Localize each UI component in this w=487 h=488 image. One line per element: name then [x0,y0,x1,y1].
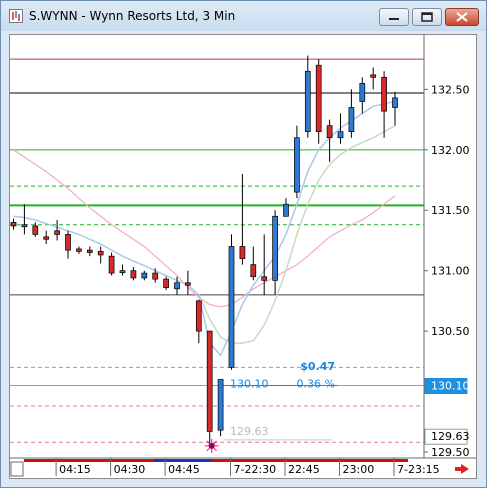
candle-up[interactable] [21,224,28,228]
minimize-button[interactable] [379,8,409,26]
candle-down[interactable] [370,74,377,78]
candle-down[interactable] [315,64,322,133]
low-price-label: 129.63 [230,425,269,438]
time-tick-label: 7-22:30 [234,463,277,476]
candle-down[interactable] [130,270,137,279]
time-tick-label: 7-23:15 [397,463,440,476]
candle-down[interactable] [163,278,169,288]
candle-down[interactable] [97,250,104,256]
candle-up[interactable] [359,82,366,102]
candle-up[interactable] [392,97,398,108]
candle-up[interactable] [304,70,311,133]
candle-down[interactable] [76,248,82,252]
price-tick-label: 129.50 [431,446,470,459]
candle-down[interactable] [43,236,50,240]
candle-down[interactable] [32,225,39,235]
minimize-icon [389,18,399,20]
candle-down[interactable] [152,272,159,280]
candle-down[interactable] [239,246,246,259]
title-bar[interactable]: S.WYNN - Wynn Resorts Ltd, 3 Min [1,1,486,31]
low-marker-star-icon [204,438,219,453]
time-tick-label: 04:30 [114,463,146,476]
candle-down[interactable] [381,76,387,112]
candle-down[interactable] [261,276,268,281]
time-tick-label: 04:45 [168,463,200,476]
candle-up[interactable] [294,137,300,193]
start-price-label: 130.10 [230,377,269,390]
candle-up[interactable] [228,246,235,368]
candle-up[interactable] [337,131,344,139]
price-change-percent: 0.36 % [297,377,335,390]
candle-up[interactable] [174,282,180,290]
price-flag-label: 129.63 [431,430,470,443]
price-change-value: $0.47 [300,360,335,373]
moving-average-pink-line [13,149,396,308]
price-chart[interactable]: $0.47 0.36 % 130.10 129.63 132.50 132.00 131.… [10,35,476,478]
time-tick-label: 22:45 [288,463,320,476]
chart-frame: $0.47 0.36 % 130.10 129.63 132.50 132.00 131.… [9,34,477,479]
candle-up[interactable] [119,270,126,274]
price-tick-label: 132.00 [431,144,470,157]
price-flag-label: 130.10 [431,379,470,392]
candle-down[interactable] [326,125,333,139]
window-title: S.WYNN - Wynn Resorts Ltd, 3 Min [29,9,236,23]
price-tick-label: 131.50 [431,204,470,217]
candle-down[interactable] [108,255,115,274]
candle-down[interactable] [10,221,17,227]
candle-down[interactable] [185,282,191,286]
price-tick-label: 132.50 [431,83,470,96]
time-tick-label: 23:00 [343,463,375,476]
chart-app-icon [9,9,23,23]
candle-up[interactable] [141,272,148,279]
price-axis-background [424,35,476,478]
time-tick-label: 04:15 [59,463,91,476]
candle-down[interactable] [250,264,257,278]
candle-up[interactable] [283,203,289,217]
close-icon [456,12,468,22]
moving-average-fast-line [13,100,396,357]
time-range-bar-blue [154,459,212,462]
star-core [208,442,215,449]
candle-up[interactable] [217,379,224,431]
price-tick-label: 130.50 [431,325,470,338]
chart-window: S.WYNN - Wynn Resorts Ltd, 3 Min $0.47 0.… [0,0,487,488]
candle-down[interactable] [206,330,213,432]
restore-button[interactable] [412,8,442,26]
candle-down[interactable] [65,234,71,251]
candle-up[interactable] [272,215,278,281]
candle-down[interactable] [54,230,60,235]
time-axis-scroll-button[interactable] [10,461,24,477]
restore-icon [421,12,433,22]
candle-down[interactable] [195,300,202,332]
close-button[interactable] [445,8,479,26]
candle-up[interactable] [348,107,355,133]
candle-down[interactable] [86,249,93,253]
price-tick-label: 131.00 [431,265,470,278]
time-range-bar [24,459,154,462]
time-range-bar [212,459,408,462]
